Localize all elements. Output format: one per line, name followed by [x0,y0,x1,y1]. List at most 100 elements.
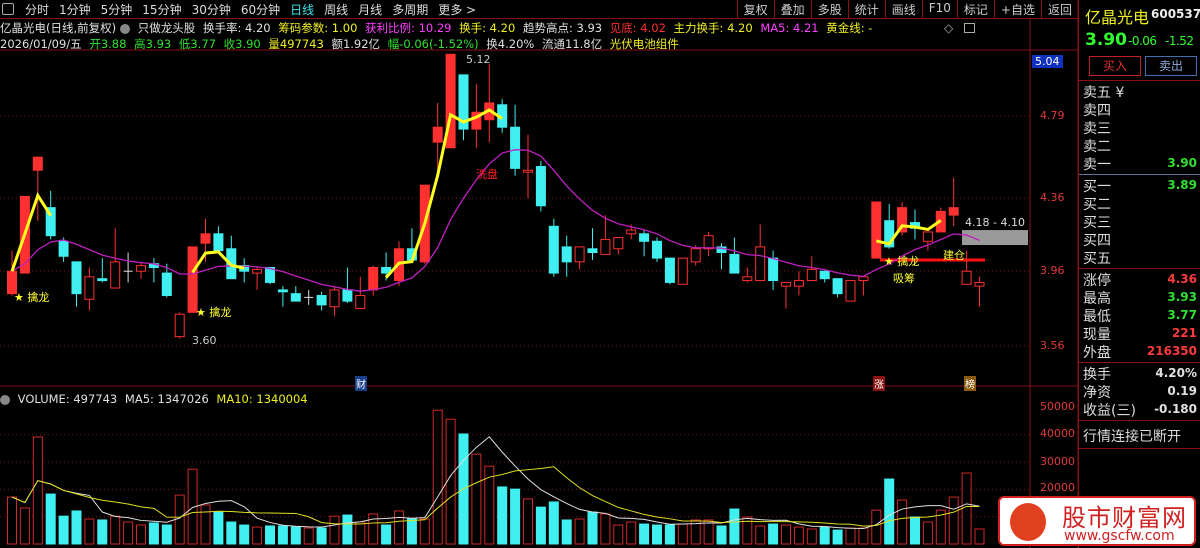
volume: 量497743 [268,37,324,51]
period-tab[interactable]: 1分钟 [54,1,96,18]
candle-body [832,278,843,295]
open: 开3.88 [89,37,127,51]
toolbar-action-button[interactable]: 标记 [956,0,994,19]
volume-bar [781,524,791,545]
quote-row-label: 买三 [1083,215,1111,231]
candle-body [806,268,817,282]
sector[interactable]: 光伏电池组件 [610,37,679,51]
volume-bar [613,524,624,545]
status-text: 行情连接已断开 [1083,429,1181,445]
ma5-value: MA5: 4.21 [760,21,819,35]
volume-bar [303,527,314,545]
period-tab[interactable]: 30分钟 [187,1,236,18]
candle-body [600,238,611,255]
buy-button[interactable]: 买入 [1089,56,1141,76]
candle-body [200,233,211,244]
toolbar-action-button[interactable]: F10 [921,0,957,19]
period-tab[interactable]: 月线 [353,1,387,18]
dragon-signal: ★ 擒龙 [14,289,49,305]
candle-body [677,257,688,285]
volume-bar [19,507,30,545]
quote-row: 收益(三) -0.180 [1083,400,1199,419]
dragon-tiger-tag[interactable]: 榜 [964,376,976,391]
quote-row-label: 卖一 [1083,157,1111,173]
volume-bar [755,525,766,545]
period-tab[interactable]: 更多 > [433,1,481,18]
volume-bar [716,525,727,545]
quote-row: 买一 3.89 [1083,176,1199,195]
panel-toggle-icon[interactable] [2,3,14,15]
candle-body [58,240,69,257]
volume-bar [419,518,430,545]
volume-axis-label: 50000 [1040,400,1075,413]
quote-row-label: 换手 [1083,367,1111,383]
quote-row: 最低 3.77 [1083,306,1199,325]
turnover: 换手: 4.20 [459,21,516,35]
period-tab[interactable]: 60分钟 [236,1,285,18]
volume-header: VOLUME: 497743 MA5: 1347026 MA10: 134000… [0,392,312,406]
volume-bar [548,501,559,545]
window-icon[interactable] [964,23,975,33]
divider [1079,268,1200,269]
last-price: 3.90 [1085,30,1127,50]
quote-row-label: 卖三 [1083,121,1111,137]
price-axis-label: 4.79 [1040,109,1065,122]
diamond-icon[interactable]: ◇ [944,21,953,35]
dragon-label: 擒龙 [897,255,920,268]
candle-body [342,289,353,302]
volume-bar [252,526,263,545]
volume-axis-label: 40000 [1040,427,1075,440]
volume-bar [961,472,972,545]
period-tab[interactable]: 15分钟 [137,1,186,18]
volume-bar [523,498,533,545]
quote-row-label: 收益(三) [1083,403,1136,419]
volume-bar [535,506,546,545]
toolbar-action-button[interactable]: 复权 [736,0,774,19]
candle-body [626,229,637,235]
trend-high: 趋势高点: 3.93 [522,21,603,35]
stock-name: 亿晶光电 [1085,8,1150,27]
toolbar-action-button[interactable]: 返回 [1040,0,1078,19]
bull-mascot-icon [1010,503,1046,541]
divider [1079,362,1200,363]
toolbar-action-button[interactable]: 统计 [847,0,885,19]
candle-body [252,268,263,274]
star-icon: ★ [196,306,206,319]
volume-bar [484,465,495,545]
volume-ma5: MA5: 1347026 [124,392,209,406]
period-tab[interactable]: 多周期 [387,1,433,18]
toolbar-action-button[interactable]: 叠加 [773,0,811,19]
candle-body [858,276,869,282]
volume-bar [858,527,869,545]
period-tab[interactable]: 5分钟 [96,1,138,18]
strategy-name[interactable]: 只做龙头股 [138,21,196,35]
candle-body [71,261,82,295]
candle-body [110,261,121,289]
profit-ratio: 获利比例: 10.29 [365,21,452,35]
candle-body [871,201,882,259]
volume-bar [948,496,959,545]
limit-up-tag[interactable]: 涨 [873,376,885,391]
dropdown-circle-icon[interactable] [120,23,131,34]
sell-button[interactable]: 卖出 [1145,56,1197,76]
period-tab[interactable]: 日线 [285,1,319,18]
quote-row-value: 3.89 [1167,178,1197,192]
toolbar-action-button[interactable]: 多股 [810,0,848,19]
candle-body [535,165,546,207]
period-tab[interactable]: 分时 [20,1,54,18]
toolbar-action-button[interactable]: 画线 [884,0,922,19]
indicator-line: 亿晶光电(日线,前复权) 只做龙头股 换手率: 4.20 筹码参数: 1.00 … [0,20,876,36]
candle-body [729,253,740,274]
quote-row: 卖五 ¥ [1083,82,1199,101]
volume-bar [574,518,585,545]
golden-line: 黄金线: - [826,21,873,35]
quote-row: 卖二 [1083,136,1199,155]
volume-bar [922,521,933,545]
toolbar-action-button[interactable]: +自选 [993,0,1041,19]
candle-body [523,169,533,173]
finance-tag[interactable]: 财 [355,376,367,391]
kline-chart[interactable] [0,0,1200,548]
volume-menu-icon[interactable] [0,394,10,405]
period-tab[interactable]: 周线 [319,1,353,18]
chip-param: 筹码参数: 1.00 [278,21,358,35]
